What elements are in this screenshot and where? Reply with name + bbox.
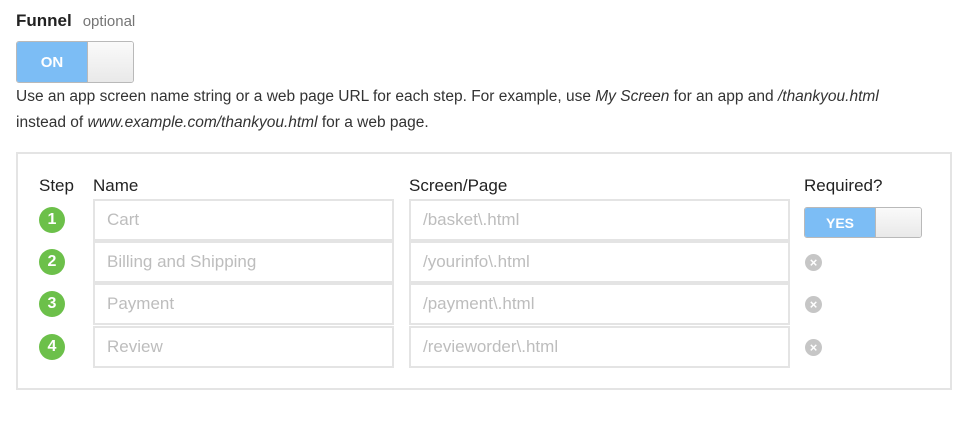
- funnel-toggle[interactable]: ON: [16, 41, 134, 83]
- required-toggle-knob: [875, 208, 921, 237]
- funnel-title: Funnel: [16, 11, 72, 30]
- description-example-url: www.example.com/thankyou.html: [87, 114, 318, 131]
- funnel-header: Funnel optional: [16, 11, 135, 31]
- required-toggle-yes-label: YES: [805, 208, 875, 237]
- description-example-app: My Screen: [595, 88, 670, 105]
- funnel-description: Use an app screen name string or a web p…: [16, 84, 956, 136]
- optional-label: optional: [82, 13, 136, 30]
- step-screen-page-input[interactable]: [409, 241, 790, 283]
- step-name-input[interactable]: [93, 326, 394, 368]
- description-example-page: /thankyou.html: [777, 88, 879, 105]
- step-name-input[interactable]: [93, 241, 394, 283]
- step-number-badge: 4: [39, 334, 65, 360]
- step-screen-page-input[interactable]: [409, 283, 790, 325]
- description-text: instead of: [16, 114, 88, 131]
- column-header-required: Required?: [804, 176, 883, 195]
- column-header-step: Step: [39, 176, 74, 195]
- description-text: Use an app screen name string or a web p…: [16, 88, 596, 105]
- step-screen-page-input[interactable]: [409, 199, 790, 241]
- remove-step-icon[interactable]: ×: [805, 296, 822, 313]
- funnel-toggle-knob: [87, 42, 133, 82]
- required-toggle[interactable]: YES: [804, 207, 922, 238]
- column-header-screen-page: Screen/Page: [409, 176, 508, 195]
- step-number-badge: 3: [39, 291, 65, 317]
- step-name-input[interactable]: [93, 199, 394, 241]
- description-text: for an app and: [669, 88, 778, 105]
- step-name-input[interactable]: [93, 283, 394, 325]
- remove-step-icon[interactable]: ×: [805, 339, 822, 356]
- funnel-toggle-on-label: ON: [17, 42, 87, 82]
- step-number-badge: 1: [39, 207, 65, 233]
- description-text: for a web page.: [317, 114, 429, 131]
- column-header-name: Name: [93, 176, 139, 195]
- step-screen-page-input[interactable]: [409, 326, 790, 368]
- step-number-badge: 2: [39, 249, 65, 275]
- remove-step-icon[interactable]: ×: [805, 254, 822, 271]
